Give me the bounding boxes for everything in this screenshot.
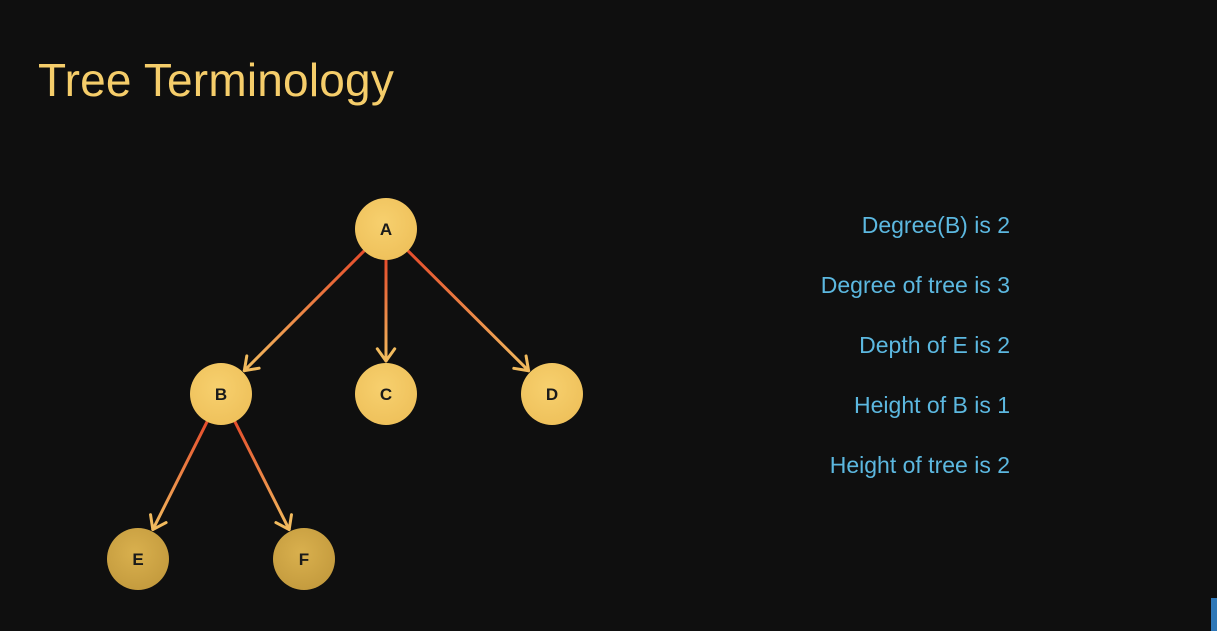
- edge-a-d: [405, 247, 531, 373]
- fact-depth-of-e: Depth of E is 2: [859, 332, 1010, 358]
- edge-a-b: [242, 248, 367, 373]
- tree-node-a: A: [355, 198, 417, 260]
- tree-node-e: E: [107, 528, 169, 590]
- node-label: B: [215, 385, 227, 404]
- node-label: A: [380, 220, 392, 239]
- edge-line: [232, 418, 291, 532]
- edge-line: [151, 418, 210, 532]
- edge-a-c: [375, 256, 397, 363]
- edge-b-e: [149, 418, 210, 532]
- fact-height-of-b: Height of B is 1: [854, 392, 1010, 418]
- fact-height-of-tree: Height of tree is 2: [829, 452, 1010, 478]
- tree-node-f: F: [273, 528, 335, 590]
- fact-degree-of-b: Degree(B) is 2: [861, 212, 1010, 238]
- edge-line: [405, 247, 531, 373]
- terminology-facts: Degree(B) is 2 Degree of tree is 3 Depth…: [760, 205, 1010, 505]
- tree-node-b: B: [190, 363, 252, 425]
- corner-marker: [1211, 598, 1217, 631]
- edge-b-f: [232, 418, 293, 532]
- node-label: E: [132, 550, 143, 569]
- edge-line: [242, 248, 367, 373]
- tree-node-d: D: [521, 363, 583, 425]
- tree-node-c: C: [355, 363, 417, 425]
- node-label: C: [380, 385, 392, 404]
- node-label: D: [546, 385, 558, 404]
- node-label: F: [299, 550, 309, 569]
- tree-nodes: A B C D E F: [107, 198, 583, 590]
- fact-degree-of-tree: Degree of tree is 3: [820, 272, 1010, 298]
- tree-diagram: A B C D E F: [107, 198, 583, 590]
